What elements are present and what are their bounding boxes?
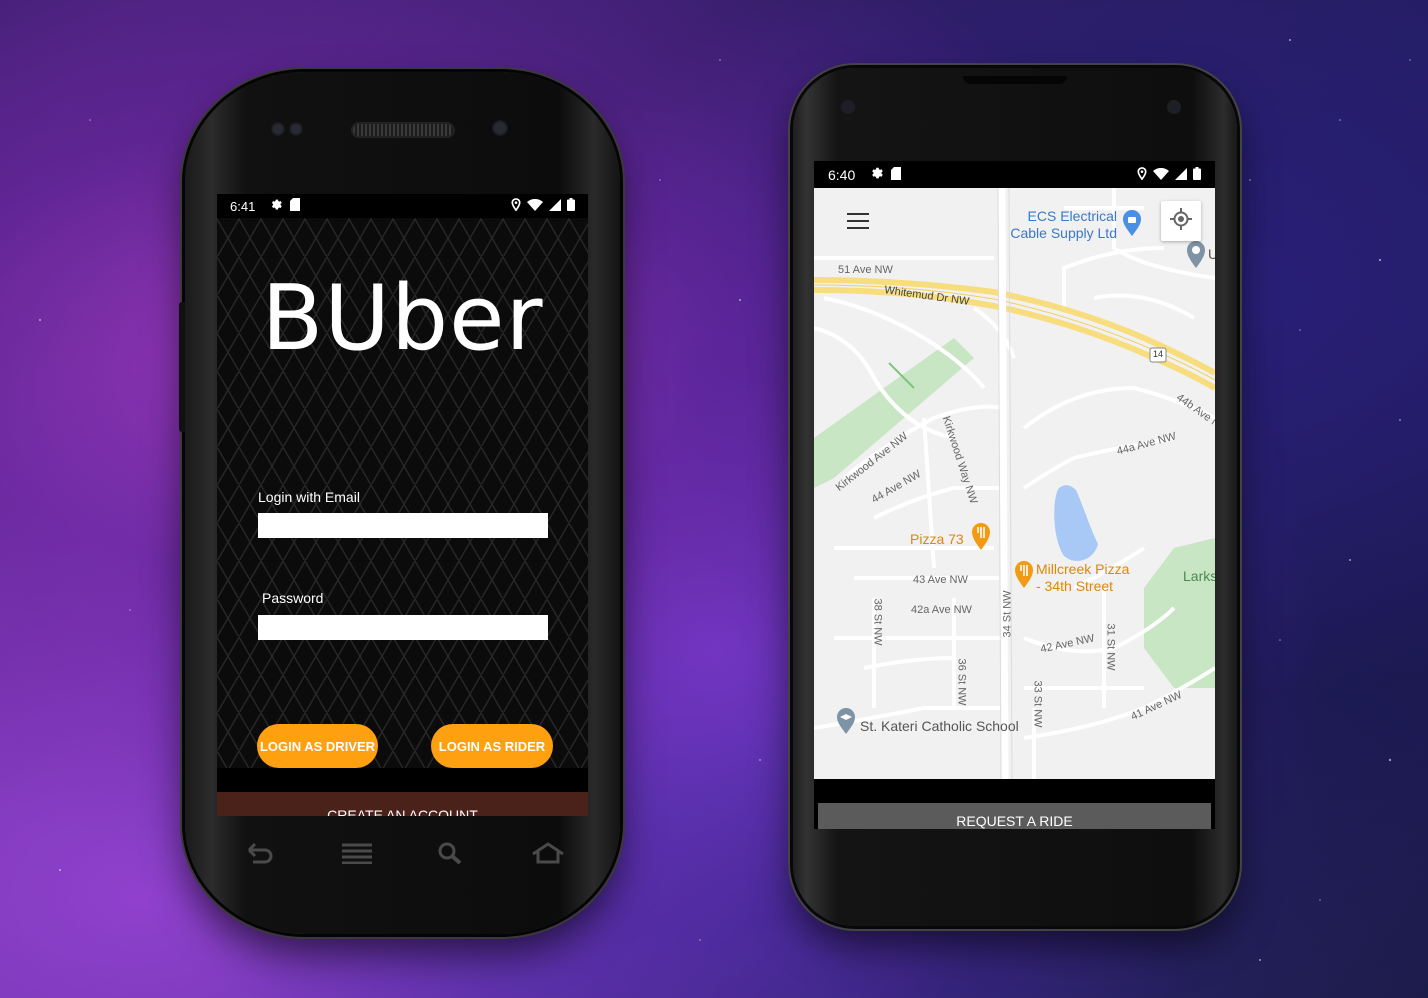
settings-icon xyxy=(269,198,283,214)
street-label: 34 St NW xyxy=(1001,590,1014,638)
street-label: 51 Ave NW xyxy=(838,264,893,276)
street-label: 31 St NW xyxy=(1104,623,1117,671)
sensor-icon xyxy=(289,122,303,136)
login-as-rider-button[interactable]: LOGIN AS RIDER xyxy=(431,724,553,768)
street-label: 38 St NW xyxy=(871,598,884,646)
crosshair-icon xyxy=(1170,207,1192,235)
settings-icon xyxy=(869,166,884,183)
status-time: 6:40 xyxy=(828,166,856,183)
map-roads xyxy=(814,188,1215,779)
map-phone-frame: 6:40 51 Ave NW Whitemud Dr NW 14 44b Ave… xyxy=(793,68,1237,926)
hw-home-icon[interactable] xyxy=(531,842,565,869)
hw-search-icon[interactable] xyxy=(438,842,464,869)
my-location-button[interactable] xyxy=(1161,201,1201,241)
hw-back-icon[interactable] xyxy=(245,842,275,869)
poi-label: U xyxy=(1208,246,1215,262)
sensor-icon xyxy=(841,100,855,114)
request-ride-button[interactable]: REQUEST A RIDE xyxy=(818,803,1211,829)
poi-st-kateri-school[interactable]: St. Kateri Catholic School xyxy=(860,718,1019,735)
map-pin-icon[interactable] xyxy=(1186,240,1206,273)
sd-card-icon xyxy=(290,198,301,214)
restaurant-pin-icon[interactable] xyxy=(971,522,991,555)
front-camera xyxy=(492,120,508,136)
poi-millcreek-pizza[interactable]: Millcreek Pizza - 34th Street xyxy=(1036,561,1129,595)
earpiece-speaker xyxy=(353,124,453,136)
password-label: Password xyxy=(262,590,324,606)
app-logo-title: BUber xyxy=(261,266,544,371)
park-area xyxy=(1144,538,1215,688)
street-label: 43 Ave NW xyxy=(913,574,968,586)
poi-label: Millcreek Pizza xyxy=(1036,561,1130,577)
battery-icon xyxy=(567,198,575,214)
street-label: 33 St NW xyxy=(1031,680,1044,728)
poi-ecs-electrical[interactable]: ECS Electrical Cable Supply Ltd xyxy=(1007,208,1117,242)
password-field[interactable] xyxy=(258,615,548,640)
poi-label: ECS Electrical xyxy=(1027,208,1117,224)
hardware-keys xyxy=(245,842,565,869)
location-icon xyxy=(511,198,521,214)
battery-icon xyxy=(1193,166,1201,183)
wifi-icon xyxy=(1153,167,1169,183)
signal-icon xyxy=(1175,167,1187,183)
sensor-icon xyxy=(271,122,285,136)
email-field[interactable] xyxy=(258,513,548,538)
map-view[interactable]: 51 Ave NW Whitemud Dr NW 14 44b Ave NW 4… xyxy=(814,188,1215,779)
status-time: 6:41 xyxy=(230,198,256,214)
pond xyxy=(1054,485,1098,561)
hw-menu-icon[interactable] xyxy=(341,842,372,869)
create-account-button[interactable]: CREATE AN ACCOUNT xyxy=(217,792,588,816)
location-icon xyxy=(1137,166,1147,183)
login-screen: 6:41 BUber Login with Email Password LOG… xyxy=(217,194,588,816)
login-phone-frame: 6:41 BUber Login with Email Password LOG… xyxy=(179,72,620,934)
email-label: Login with Email xyxy=(258,489,360,505)
poi-label: - 34th Street xyxy=(1036,578,1114,594)
route-number: 14 xyxy=(1153,349,1164,359)
restaurant-pin-icon[interactable] xyxy=(1014,560,1034,593)
front-camera xyxy=(1167,100,1181,114)
sd-card-icon xyxy=(891,166,902,183)
school-pin-icon[interactable] xyxy=(836,708,856,739)
status-bar: 6:41 xyxy=(217,194,588,218)
menu-icon[interactable] xyxy=(847,213,869,234)
map-screen: 6:40 51 Ave NW Whitemud Dr NW 14 44b Ave… xyxy=(814,161,1215,829)
shopping-pin-icon[interactable] xyxy=(1122,210,1142,241)
login-as-driver-button[interactable]: LOGIN AS DRIVER xyxy=(257,724,378,768)
poi-pizza-73[interactable]: Pizza 73 xyxy=(910,531,964,548)
poi-label: Cable Supply Ltd xyxy=(1010,225,1117,241)
status-bar: 6:40 xyxy=(814,161,1215,188)
poi-larks-park[interactable]: Larks xyxy=(1183,568,1215,585)
volume-button xyxy=(179,302,185,432)
street-label: 42a Ave NW xyxy=(911,604,972,616)
street-label: 36 St NW xyxy=(955,658,968,706)
earpiece-speaker xyxy=(963,76,1067,84)
signal-icon xyxy=(549,198,561,214)
wifi-icon xyxy=(527,198,543,214)
